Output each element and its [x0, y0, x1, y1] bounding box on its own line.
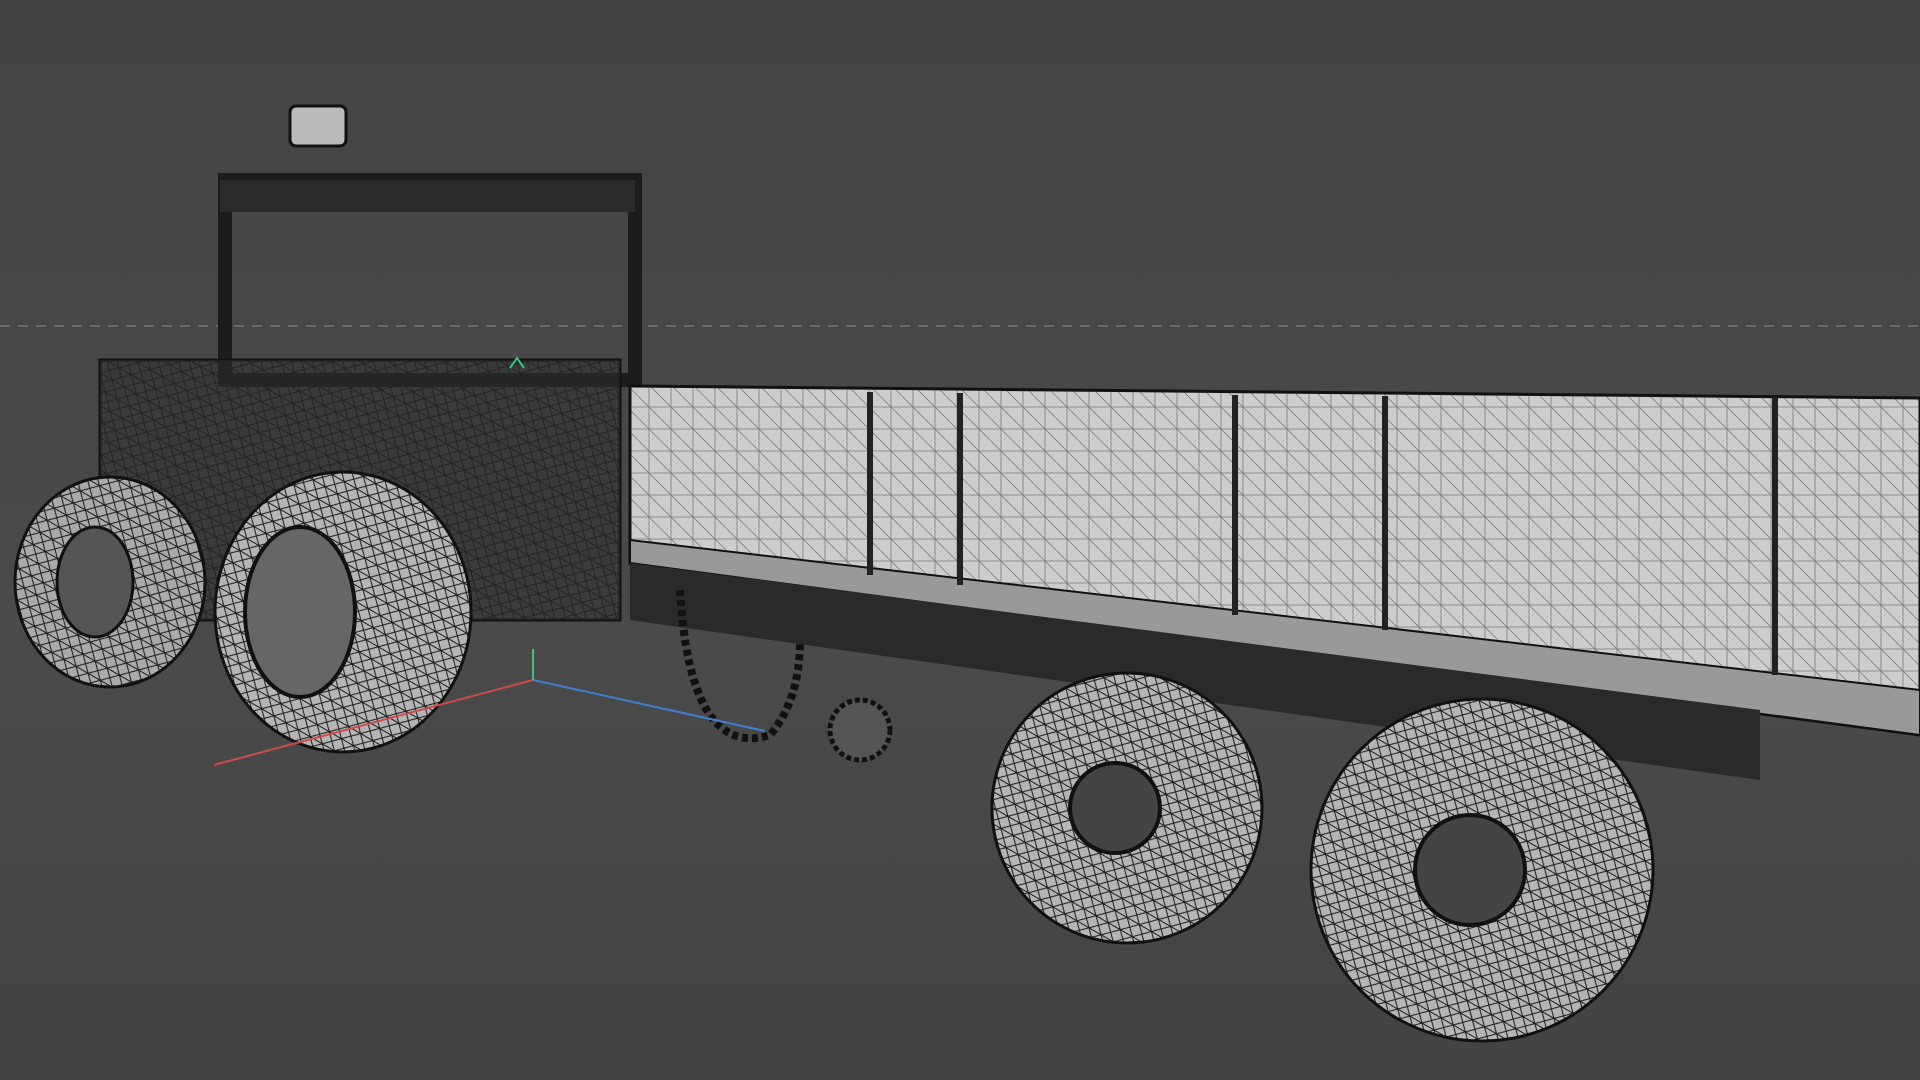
z-axis	[532, 679, 766, 732]
3d-viewport[interactable]	[0, 0, 1920, 1080]
tractor-roof	[220, 180, 635, 212]
trailer-model[interactable]	[628, 384, 1920, 1043]
beacon-light	[288, 104, 348, 148]
gear	[827, 697, 893, 763]
tractor-model[interactable]	[13, 104, 642, 754]
scene	[0, 104, 1920, 1043]
